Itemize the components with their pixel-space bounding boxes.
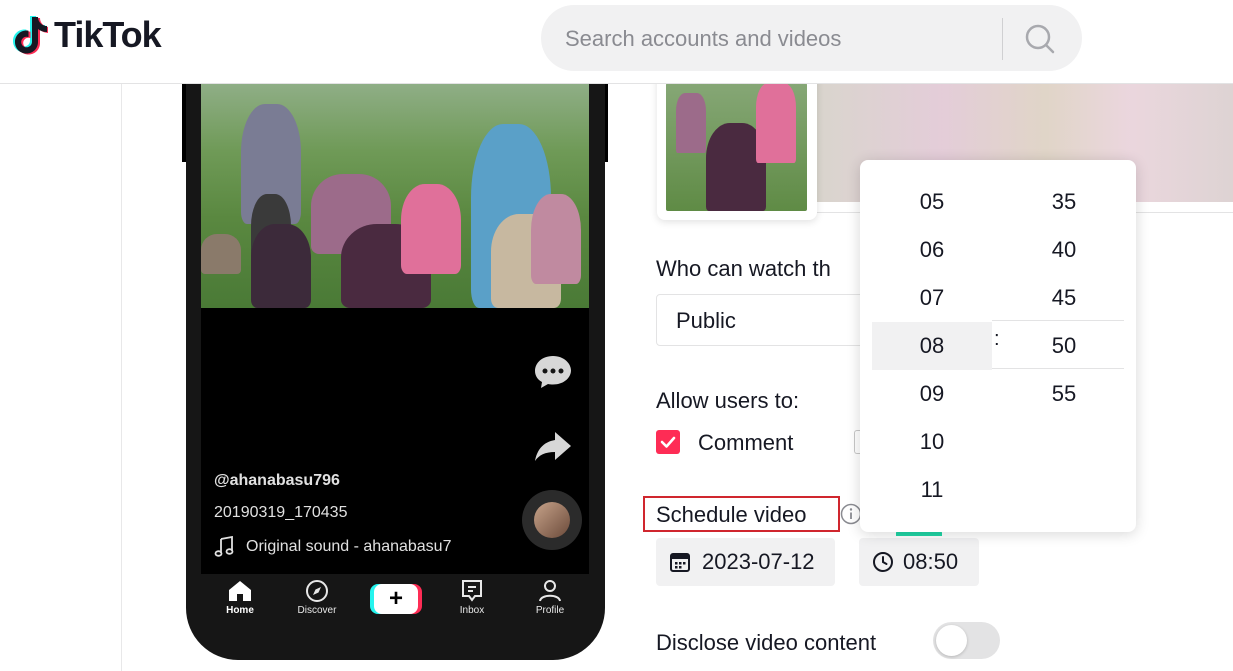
create-button[interactable]: + <box>374 584 418 614</box>
hour-option-selected[interactable]: 08 <box>872 322 992 370</box>
hour-option[interactable]: 11 <box>872 466 992 514</box>
hour-option[interactable]: 07 <box>872 274 992 322</box>
hour-option[interactable]: 09 <box>872 370 992 418</box>
hour-option[interactable]: 10 <box>872 418 992 466</box>
time-value: 08:50 <box>903 549 959 574</box>
disc-avatar <box>534 502 570 538</box>
tab-profile[interactable]: Profile <box>515 579 585 616</box>
tab-profile-label: Profile <box>535 605 565 616</box>
hour-option[interactable]: 05 <box>872 178 992 226</box>
toggle-knob <box>936 625 967 656</box>
cover-selector[interactable] <box>657 70 817 220</box>
video-sound: Original sound - ahanabasu7 <box>214 536 451 558</box>
compass-icon <box>306 580 328 602</box>
calendar-icon <box>670 553 690 572</box>
cover-thumbnail <box>666 83 807 211</box>
plus-icon: + <box>388 585 403 612</box>
phone-screen: @ahanabasu796 20190319_170435 Original s… <box>201 84 589 574</box>
comment-checkbox[interactable] <box>656 430 680 454</box>
who-can-watch-label: Who can watch th <box>656 256 831 281</box>
music-note-icon <box>214 536 234 557</box>
disclose-toggle[interactable] <box>933 622 1000 659</box>
search-divider <box>1002 18 1003 60</box>
privacy-select[interactable]: Public <box>656 294 866 346</box>
hour-option[interactable]: 06 <box>872 226 992 274</box>
comment-icon[interactable] <box>533 352 573 392</box>
clock-icon <box>873 552 893 572</box>
sound-name: Original sound - ahanabasu7 <box>246 538 452 555</box>
minute-option-selected[interactable]: 50 <box>1004 322 1124 370</box>
top-header: TikTok Search accounts and videos <box>0 0 1233 84</box>
profile-icon <box>539 580 561 602</box>
minute-option[interactable]: 35 <box>1004 178 1124 226</box>
time-picker-dropdown: 05 06 07 08 09 10 11 : 35 40 45 50 55 <box>860 160 1136 532</box>
privacy-value: Public <box>676 308 736 333</box>
search-bar[interactable]: Search accounts and videos <box>541 5 1082 71</box>
time-separator: : <box>994 328 1000 350</box>
time-picker-button[interactable]: 08:50 <box>859 538 979 586</box>
video-username: @ahanabasu796 <box>214 472 340 489</box>
home-icon <box>229 581 251 601</box>
tab-inbox-label: Inbox <box>459 605 485 616</box>
search-icon <box>1025 24 1055 54</box>
share-icon[interactable] <box>533 428 573 464</box>
minute-column: 35 40 45 50 55 <box>1004 178 1124 418</box>
date-value: 2023-07-12 <box>702 549 815 574</box>
tiktok-logo[interactable]: TikTok <box>12 14 162 56</box>
checkmark-icon <box>660 436 676 448</box>
search-input[interactable]: Search accounts and videos <box>565 26 841 52</box>
video-preview[interactable] <box>201 84 589 308</box>
minute-option[interactable]: 45 <box>1004 274 1124 322</box>
minute-option[interactable]: 55 <box>1004 370 1124 418</box>
search-button[interactable] <box>1019 21 1059 57</box>
tab-inbox[interactable]: Inbox <box>437 579 507 616</box>
video-caption: 20190319_170435 <box>214 504 348 521</box>
left-sidebar <box>0 84 122 671</box>
schedule-video-label: Schedule video <box>656 502 807 527</box>
hour-column: 05 06 07 08 09 10 11 <box>872 178 992 514</box>
phone-tab-bar: Home Discover + Inbox Profile <box>201 574 589 626</box>
tab-discover[interactable]: Discover <box>282 579 352 616</box>
minute-option[interactable]: 40 <box>1004 226 1124 274</box>
brand-name: TikTok <box>54 14 162 55</box>
tab-home-label: Home <box>226 605 254 616</box>
tab-home[interactable]: Home <box>205 579 275 616</box>
date-picker[interactable]: 2023-07-12 <box>656 538 835 586</box>
tiktok-note-icon <box>13 16 48 55</box>
disclose-content-label: Disclose video content <box>656 630 877 655</box>
allow-users-label: Allow users to: <box>656 388 800 413</box>
inbox-icon <box>462 580 482 602</box>
tab-discover-label: Discover <box>297 605 337 616</box>
info-icon[interactable] <box>840 503 862 525</box>
comment-label: Comment <box>698 430 794 455</box>
music-disc[interactable] <box>522 490 582 550</box>
